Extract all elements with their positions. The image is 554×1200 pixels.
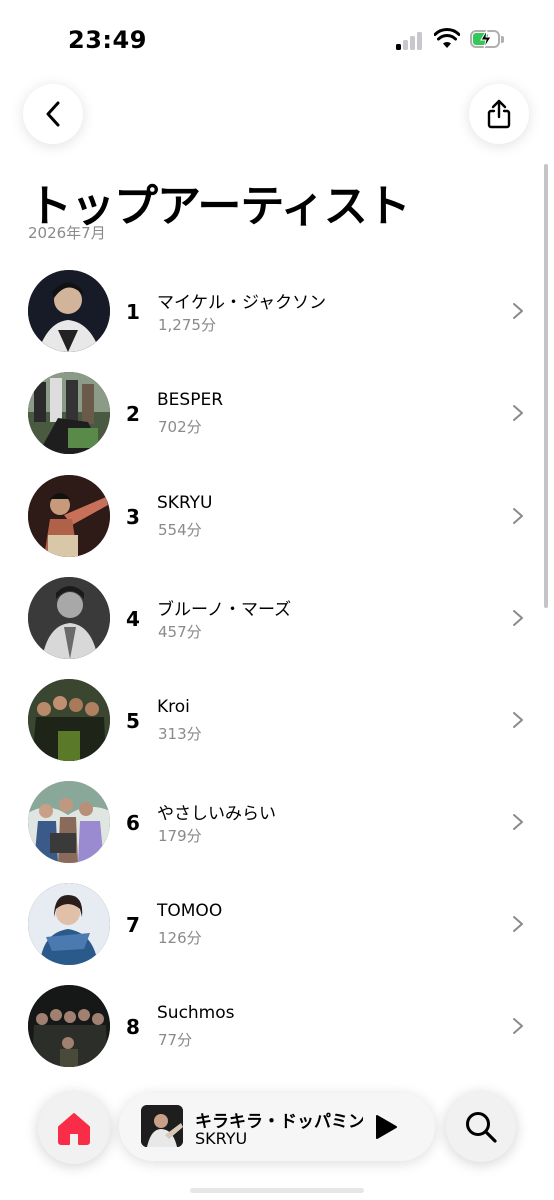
artist-name: ブルーノ・マーズ (157, 600, 292, 620)
artist-name: マイケル・ジャクソン (157, 293, 327, 313)
artist-rank: 1 (126, 300, 140, 324)
mini-player-artist: SKRYU (195, 1129, 248, 1148)
chevron-right-icon (513, 1018, 523, 1034)
artist-avatar (28, 372, 110, 454)
artist-minutes: 554分 (158, 521, 202, 539)
search-icon (466, 1112, 497, 1143)
artist-minutes: 1,275分 (158, 316, 216, 334)
artist-minutes: 77分 (158, 1031, 193, 1049)
artist-name: SKRYU (157, 493, 213, 513)
artist-row[interactable]: 4 ブルーノ・マーズ 457分 (0, 569, 554, 669)
artist-name: やさしいみらい (157, 804, 276, 824)
artist-avatar (28, 985, 110, 1067)
artist-avatar (28, 475, 110, 557)
back-button[interactable] (23, 84, 83, 144)
artist-minutes: 313分 (158, 725, 202, 743)
artist-avatar (28, 883, 110, 965)
cellular-signal-icon (396, 30, 424, 50)
artist-row[interactable]: 2 BESPER 702分 (0, 364, 554, 464)
artist-rank: 6 (126, 811, 140, 835)
artist-avatar (28, 781, 110, 863)
artist-avatar (28, 679, 110, 761)
status-time: 23:49 (68, 26, 147, 54)
artist-row[interactable]: 7 TOMOO 126分 (0, 875, 554, 975)
home-icon (58, 1113, 90, 1145)
share-button[interactable] (469, 84, 529, 144)
artist-minutes: 702分 (158, 418, 202, 436)
home-tab-button[interactable] (38, 1092, 110, 1164)
artist-name: BESPER (157, 390, 223, 410)
chevron-right-icon (513, 303, 523, 319)
artist-name: Suchmos (157, 1003, 235, 1023)
artist-minutes: 457分 (158, 623, 202, 641)
artist-rank: 2 (126, 402, 140, 426)
artist-rank: 7 (126, 913, 140, 937)
chevron-right-icon (513, 610, 523, 626)
artist-row[interactable]: 5 Kroi 313分 (0, 671, 554, 771)
artist-minutes: 126分 (158, 929, 202, 947)
chevron-right-icon (513, 508, 523, 524)
artist-rank: 3 (126, 505, 140, 529)
search-tab-button[interactable] (446, 1092, 516, 1162)
battery-charging-icon (470, 29, 506, 50)
mini-player-artwork (141, 1105, 183, 1147)
home-indicator (190, 1188, 364, 1193)
artist-avatar (28, 577, 110, 659)
chevron-right-icon (513, 712, 523, 728)
wifi-icon (434, 28, 460, 48)
chevron-right-icon (513, 916, 523, 932)
artist-row[interactable]: 1 マイケル・ジャクソン 1,275分 (0, 262, 554, 362)
share-icon (487, 99, 511, 129)
artist-row[interactable]: 8 Suchmos 77分 (0, 977, 554, 1077)
mini-player[interactable]: キラキラ・ドッパミン SKRYU (119, 1093, 435, 1161)
artist-row[interactable]: 3 SKRYU 554分 (0, 467, 554, 567)
artist-rank: 8 (126, 1015, 140, 1039)
artist-rank: 4 (126, 607, 140, 631)
artist-minutes: 179分 (158, 827, 202, 845)
page-subtitle: 2026年7月 (28, 224, 106, 242)
artist-rank: 5 (126, 709, 140, 733)
chevron-right-icon (513, 405, 523, 421)
artist-row[interactable]: 6 やさしいみらい 179分 (0, 773, 554, 873)
play-icon[interactable] (373, 1113, 399, 1141)
chevron-left-icon (46, 101, 60, 127)
status-bar: 23:49 (0, 0, 554, 80)
chevron-right-icon (513, 814, 523, 830)
artist-name: Kroi (157, 697, 190, 717)
artist-name: TOMOO (157, 901, 223, 921)
artist-avatar (28, 270, 110, 352)
